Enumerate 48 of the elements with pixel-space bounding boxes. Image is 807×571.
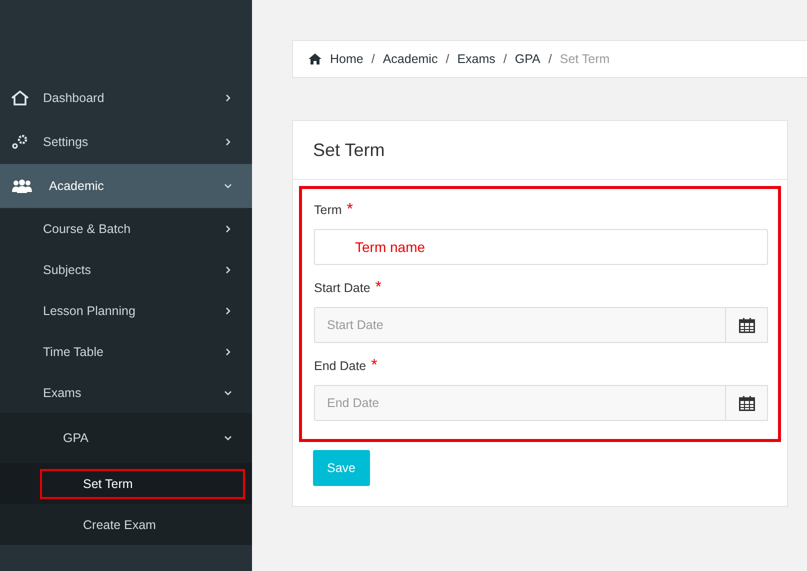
- breadcrumb-link[interactable]: GPA: [514, 52, 540, 66]
- gears-icon: [11, 134, 29, 150]
- sidebar-item-label: Lesson Planning: [42, 302, 136, 320]
- sidebar-item[interactable]: Course & Batch: [0, 208, 252, 249]
- field-label: End Date: [314, 359, 366, 373]
- required-mark: *: [375, 279, 382, 297]
- sidebar-item-label: Time Table: [42, 344, 104, 360]
- sidebar-item-label: Exams: [42, 384, 82, 402]
- calendar-icon: [738, 318, 754, 332]
- date-field[interactable]: Start Date: [314, 307, 726, 343]
- sidebar-item[interactable]: Subjects: [0, 249, 252, 290]
- breadcrumb-separator: /: [503, 52, 507, 66]
- sidebar-item[interactable]: Lesson Planning: [0, 290, 252, 331]
- sidebar-item-label: GPA: [62, 430, 90, 447]
- required-mark: *: [346, 201, 354, 219]
- sidebar-item[interactable]: Dashboard: [0, 76, 252, 120]
- calendar-button[interactable]: [726, 385, 768, 421]
- users-icon: [11, 179, 33, 193]
- sidebar-item[interactable]: Time Table: [0, 331, 252, 372]
- breadcrumb-link[interactable]: Academic: [382, 52, 438, 66]
- sidebar-item-label: Academic: [48, 178, 105, 195]
- breadcrumb-link[interactable]: Home: [330, 52, 364, 66]
- field-label: Term: [314, 203, 342, 217]
- panel-title: Set Term: [293, 121, 787, 180]
- sidebar-item[interactable]: Exams: [0, 372, 252, 413]
- date-field[interactable]: End Date: [314, 385, 726, 421]
- sidebar-item[interactable]: Academic: [0, 164, 252, 208]
- sidebar-item[interactable]: Set Term: [0, 463, 252, 504]
- input-field[interactable]: Term name: [314, 229, 768, 265]
- breadcrumb-separator: /: [446, 52, 450, 66]
- calendar-icon: [738, 396, 754, 410]
- breadcrumb-link[interactable]: Exams: [457, 52, 496, 66]
- breadcrumb-separator: /: [548, 52, 552, 66]
- sidebar-item[interactable]: GPA: [0, 413, 252, 463]
- sidebar-item-label: Settings: [42, 134, 90, 151]
- home-icon: [11, 90, 29, 106]
- sidebar-item-label: Create Exam: [82, 516, 157, 534]
- sidebar-item-label: Dashboard: [42, 90, 106, 107]
- sidebar-item[interactable]: Settings: [0, 120, 252, 164]
- calendar-button[interactable]: [726, 307, 768, 343]
- breadcrumb-separator: /: [371, 52, 375, 66]
- sidebar-item-label: Set Term: [40, 468, 245, 498]
- sidebar-item[interactable]: Create Exam: [0, 504, 252, 545]
- sidebar-item-label: Subjects: [42, 262, 92, 279]
- home-icon: [308, 53, 322, 65]
- required-mark: *: [371, 357, 378, 375]
- sidebar-item-label: Course & Batch: [42, 220, 132, 238]
- field-label: Start Date: [314, 281, 370, 295]
